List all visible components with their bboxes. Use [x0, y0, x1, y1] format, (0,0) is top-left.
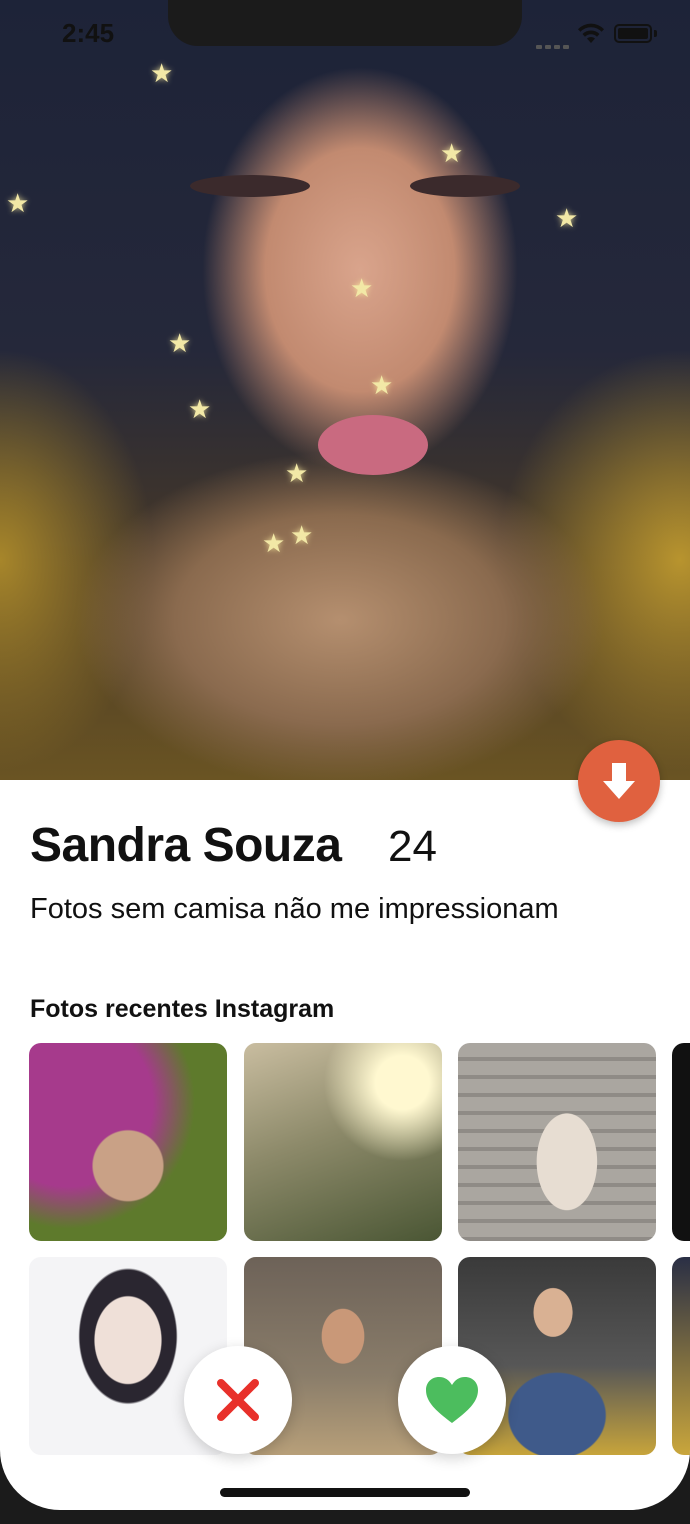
glitter-star: ★ — [370, 370, 394, 400]
status-time: 2:45 — [62, 18, 115, 48]
cellular-signal-icon — [536, 36, 572, 54]
profile-screen: ★ ★ ★ ★ ★ ★ ★ ★ ★ ★ ★ 2:45 Sandra Souza … — [0, 0, 690, 1510]
heart-icon — [426, 1377, 478, 1423]
glitter-star: ★ — [188, 394, 212, 424]
instagram-photo[interactable] — [458, 1043, 656, 1241]
profile-name: Sandra Souza — [30, 819, 342, 872]
glitter-star: ★ — [285, 458, 309, 488]
home-indicator[interactable] — [220, 1488, 470, 1497]
photo-eye-right — [410, 175, 520, 197]
glitter-star: ★ — [290, 520, 314, 550]
glitter-star: ★ — [262, 528, 286, 558]
glitter-star: ★ — [168, 328, 192, 358]
instagram-photo[interactable] — [672, 1043, 690, 1241]
profile-photo[interactable]: ★ ★ ★ ★ ★ ★ ★ ★ ★ ★ ★ — [0, 0, 690, 780]
like-button[interactable] — [398, 1346, 506, 1454]
glitter-star: ★ — [440, 138, 464, 168]
instagram-photo[interactable] — [29, 1043, 227, 1241]
glitter-star: ★ — [350, 273, 374, 303]
profile-bio: Fotos sem camisa não me impressionam — [30, 893, 559, 925]
glitter-star: ★ — [6, 188, 30, 218]
battery-tip — [654, 30, 657, 37]
photo-lips — [318, 415, 428, 475]
dislike-button[interactable] — [184, 1346, 292, 1454]
instagram-photo[interactable] — [244, 1043, 442, 1241]
close-x-icon — [217, 1379, 259, 1421]
photo-eye-left — [190, 175, 310, 197]
instagram-section-title: Fotos recentes Instagram — [30, 995, 335, 1023]
wifi-icon — [578, 23, 604, 43]
profile-age: 24 — [388, 822, 437, 871]
arrow-down-icon — [603, 763, 635, 799]
glitter-star: ★ — [555, 203, 579, 233]
battery-icon — [614, 24, 652, 43]
device-notch — [168, 0, 522, 46]
collapse-profile-button[interactable] — [578, 740, 660, 822]
instagram-photo[interactable] — [672, 1257, 690, 1455]
status-bar: 2:45 — [0, 0, 690, 70]
